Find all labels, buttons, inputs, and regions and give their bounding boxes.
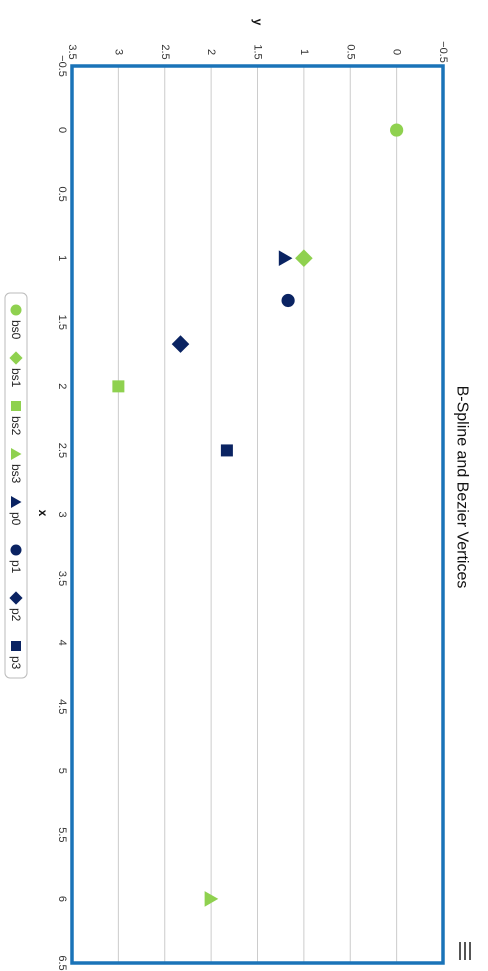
x-tick-label: 6.5 (56, 955, 68, 970)
chart-canvas: −0.5 0 0.5 1 1.5 2 2.5 3 3.5 4 4.5 5 5.5 6 6.5 −0.5 0 0.… (4, 19, 474, 971)
y-tick-label: −0.5 (437, 41, 449, 63)
data-point-bs2 (112, 380, 125, 393)
legend-item-bs0[interactable]: bs0 (9, 304, 23, 340)
x-tick-label: 2 (56, 383, 68, 389)
x-tick-label: 4 (56, 640, 68, 646)
y-tick-label: 0 (391, 49, 403, 55)
legend-label-p2: p2 (9, 608, 23, 622)
grid-lines (71, 66, 444, 963)
x-tick-label: 3 (56, 511, 68, 517)
y-tick-label: 2.5 (159, 44, 171, 59)
y-axis-ticks: −0.5 0 0.5 1 1.5 2 2.5 3 3.5 (66, 41, 449, 63)
hamburger-menu-icon[interactable] (456, 940, 474, 962)
legend-label-p3: p3 (9, 656, 23, 670)
data-point-p1 (281, 293, 295, 308)
legend-label-bs0: bs0 (9, 320, 23, 340)
data-point-bs0 (390, 123, 404, 137)
y-tick-label: 3 (112, 49, 124, 55)
y-axis-title: y (251, 19, 265, 26)
legend-label-p0: p0 (9, 512, 23, 526)
x-axis-title: x (36, 510, 50, 517)
x-tick-label: 1.5 (56, 315, 68, 330)
x-tick-label: 4.5 (56, 699, 68, 714)
x-tick-label: 0.5 (56, 186, 68, 201)
legend-marker-bs0 (10, 304, 22, 316)
y-tick-label: 0.5 (344, 44, 356, 59)
y-tick-label: 1.5 (252, 44, 264, 59)
legend-label-bs1: bs1 (9, 368, 23, 388)
legend-label-bs2: bs2 (9, 416, 23, 436)
legend-label-p1: p1 (9, 560, 23, 574)
x-tick-label: 5.5 (56, 827, 68, 842)
data-point-p0 (278, 250, 293, 267)
x-tick-label: 6 (56, 896, 68, 902)
x-tick-label: 2.5 (56, 443, 68, 458)
x-tick-label: 3.5 (56, 571, 68, 586)
legend-item-bs2[interactable]: bs2 (9, 401, 23, 436)
x-tick-label: 1 (56, 255, 68, 261)
y-tick-label: 1 (298, 49, 310, 55)
legend-item-bs1[interactable]: bs1 (9, 351, 23, 388)
legend-marker-p3 (11, 641, 21, 651)
legend-marker-bs2 (11, 401, 21, 411)
legend-item-p3[interactable]: p3 (9, 641, 23, 670)
legend-label-bs3: bs3 (9, 464, 23, 484)
x-axis-ticks: −0.500.511.522.533.544.555.566.5 (56, 55, 68, 971)
data-point-p3 (220, 444, 233, 457)
data-point-bs1 (295, 249, 313, 268)
x-tick-label: 5 (56, 768, 68, 774)
legend: bs0 bs1 bs2 bs3 p0 p1 p2 p3 (4, 292, 28, 679)
chart-title: B-Spline and Bezier Vertices (454, 386, 471, 589)
y-tick-label: 2 (205, 49, 217, 55)
x-tick-label: 0 (56, 127, 68, 133)
legend-item-p1[interactable]: p1 (9, 544, 23, 574)
y-tick-label: 3.5 (66, 44, 78, 59)
legend-marker-p1 (10, 544, 22, 556)
data-point-p2 (171, 335, 190, 353)
